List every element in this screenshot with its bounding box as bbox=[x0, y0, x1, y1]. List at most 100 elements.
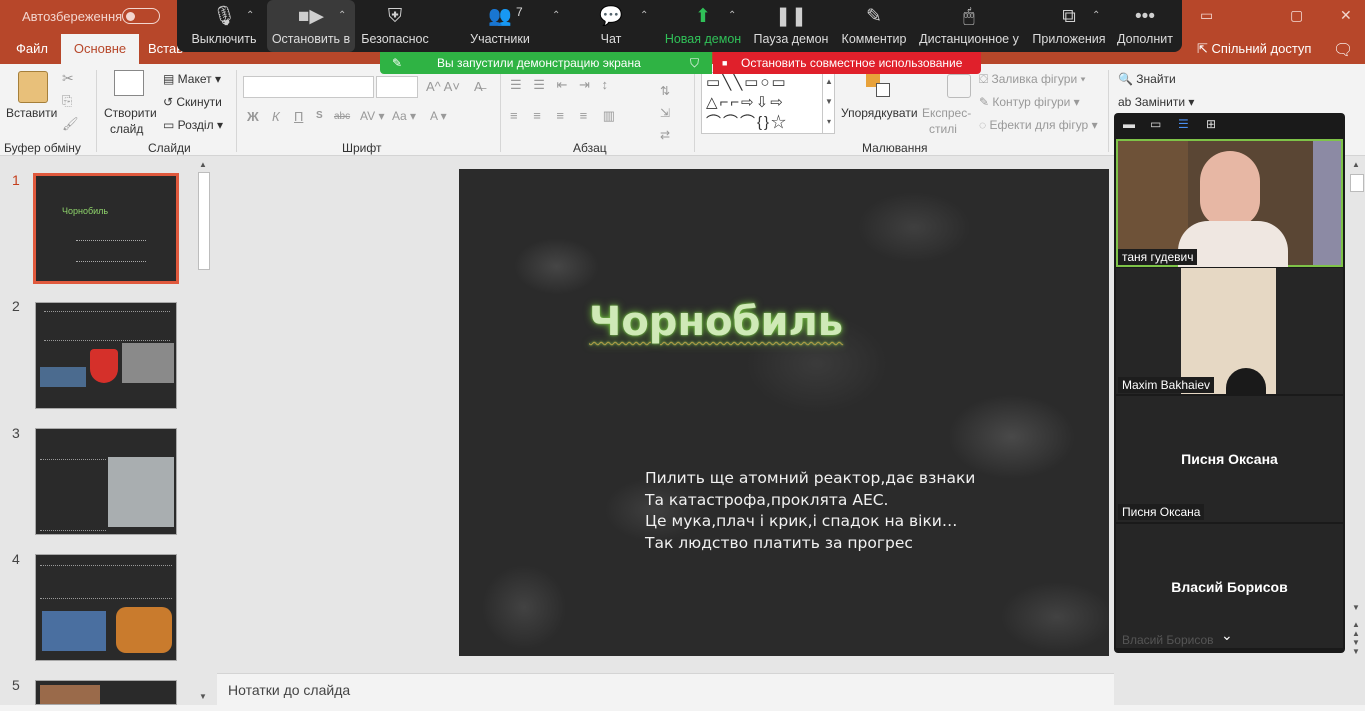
slide-title[interactable]: Чорнобиль bbox=[589, 299, 843, 345]
slide-scrollbar[interactable] bbox=[1347, 157, 1365, 649]
annotate-button[interactable]: ✎ Комментир bbox=[838, 0, 910, 52]
chevron-down-icon[interactable]: ⌄ bbox=[1221, 627, 1233, 644]
section-button[interactable]: ▭ Розділ ▾ bbox=[163, 118, 223, 132]
list-icons[interactable]: ☰ ☰ ⇤ ⇥ ↕ bbox=[510, 77, 612, 93]
tab-home[interactable]: Основне bbox=[61, 34, 139, 64]
align-icons[interactable]: ≡ ≡ ≡ ≡ ▥ bbox=[510, 108, 621, 124]
chevron-up-icon[interactable]: ⌃ bbox=[552, 10, 560, 21]
slide-thumbnail-1[interactable]: Чорнобиль bbox=[33, 173, 179, 284]
copy-icon[interactable]: ⎘ bbox=[62, 93, 72, 109]
sharing-banner: ✎ Вы запустили демонстрацию экрана ⛉ bbox=[380, 52, 712, 74]
pause-share-button[interactable]: ❚❚ Пауза демон bbox=[752, 0, 830, 52]
thumbnail-scroll-thumb[interactable] bbox=[198, 172, 210, 270]
slide-scroll-thumb[interactable] bbox=[1350, 174, 1364, 192]
italic-button[interactable]: К bbox=[272, 109, 280, 124]
clear-format-icon[interactable]: A̶ bbox=[474, 79, 483, 94]
participant-display-name: Писня Оксана bbox=[1181, 451, 1278, 467]
format-painter-icon[interactable]: 🖌 bbox=[62, 116, 79, 132]
stop-video-button[interactable]: ■▶ Остановить в bbox=[267, 0, 355, 52]
text-direction-icon[interactable]: ⇅ ⇲ ⇄ bbox=[660, 80, 670, 146]
video-tile-2[interactable] bbox=[1116, 268, 1343, 394]
tab-file[interactable]: Файл bbox=[16, 41, 48, 56]
close-icon[interactable]: ✕ bbox=[1340, 7, 1352, 24]
slide-thumbnail-4[interactable] bbox=[35, 554, 177, 661]
participant-name: Писня Оксана bbox=[1118, 504, 1205, 520]
more-label: Дополнит bbox=[1117, 32, 1173, 46]
slide-thumbnail-3[interactable] bbox=[35, 428, 177, 535]
participants-icon: 👥 bbox=[488, 6, 512, 27]
layout-button[interactable]: ▤ Макет ▾ bbox=[163, 72, 221, 86]
mouse-icon: 🖱 bbox=[963, 6, 975, 27]
quick-styles-icon[interactable] bbox=[947, 74, 971, 98]
font-name-select[interactable] bbox=[243, 76, 374, 98]
stop-share-button[interactable]: ■ Остановить совместное использование bbox=[713, 52, 981, 74]
chevron-up-icon[interactable]: ⌃ bbox=[728, 10, 736, 21]
comments-icon[interactable]: 🗨 bbox=[1333, 40, 1353, 60]
shape-effects-button[interactable]: ◌ Ефекти для фігур ▾ bbox=[979, 118, 1098, 132]
minimize-icon[interactable]: ▬ bbox=[1123, 117, 1135, 131]
scroll-down-icon[interactable]: ▼ bbox=[199, 692, 207, 701]
participants-button[interactable]: 👥 Участники bbox=[465, 0, 535, 52]
chevron-up-icon[interactable]: ⌃ bbox=[640, 10, 648, 21]
quick-styles-label-2[interactable]: стилі bbox=[929, 122, 957, 136]
apps-button[interactable]: ⧉ Приложения bbox=[1030, 0, 1108, 52]
share-button[interactable]: ⇱ Спільний доступ bbox=[1197, 41, 1311, 57]
next-slide-icon[interactable]: ▼ ▼ bbox=[1352, 638, 1360, 656]
autosave-toggle[interactable] bbox=[122, 8, 160, 24]
new-slide-label-1[interactable]: Створити bbox=[104, 106, 157, 120]
strip-view-icon[interactable]: ☰ bbox=[1178, 117, 1189, 131]
shape-outline-button[interactable]: ✎ Контур фігури ▾ bbox=[979, 95, 1080, 109]
scroll-up-icon[interactable]: ▲ bbox=[199, 160, 207, 169]
arrange-icon[interactable] bbox=[866, 73, 892, 99]
maximize-icon[interactable]: ▢ bbox=[1290, 7, 1303, 24]
participant-display-name: Власий Борисов bbox=[1171, 579, 1288, 595]
slide-line: Це мука,плач і крик,і спадок на віки… bbox=[645, 512, 958, 530]
font-color-icon[interactable]: A ▾ bbox=[430, 109, 447, 123]
grow-font-icon[interactable]: A^ A˅ bbox=[426, 79, 460, 94]
char-spacing-icon[interactable]: AV ▾ bbox=[360, 109, 384, 123]
new-share-button[interactable]: ⬆ Новая демон bbox=[662, 0, 744, 52]
chevron-up-icon[interactable]: ⌃ bbox=[1092, 10, 1100, 21]
speaker-view-icon[interactable]: ▭ bbox=[1150, 117, 1161, 131]
font-size-select[interactable] bbox=[376, 76, 418, 98]
autosave-label: Автозбереження bbox=[22, 9, 123, 24]
more-button[interactable]: ••• Дополнит bbox=[1113, 0, 1177, 52]
arrange-button[interactable]: Упорядкувати bbox=[841, 106, 918, 120]
strike-button[interactable]: abc bbox=[334, 111, 350, 122]
scroll-down-icon[interactable]: ▼ bbox=[1352, 603, 1360, 612]
underline-button[interactable]: П bbox=[294, 109, 303, 124]
video-tile-1[interactable] bbox=[1116, 139, 1343, 267]
reset-button[interactable]: ↺ Скинути bbox=[163, 95, 222, 109]
security-button[interactable]: ⛨ Безопаснос bbox=[359, 0, 431, 52]
participant-face bbox=[1200, 151, 1260, 227]
shapes-scroll[interactable]: ▲ ▼ ▾ bbox=[822, 72, 835, 134]
slide-body[interactable]: Пилить ще атомний реактор,дає взнаки Та … bbox=[645, 468, 975, 554]
notes-pane[interactable]: Нотатки до слайда bbox=[217, 673, 1114, 705]
change-case-icon[interactable]: Aa ▾ bbox=[392, 109, 416, 123]
new-slide-icon[interactable] bbox=[114, 70, 144, 96]
replace-button[interactable]: ab Замінити ▾ bbox=[1118, 95, 1194, 109]
group-separator bbox=[1108, 70, 1109, 152]
restore-icon[interactable]: ▭ bbox=[1200, 7, 1213, 24]
scroll-up-icon[interactable]: ▲ bbox=[1352, 160, 1360, 169]
paste-icon[interactable] bbox=[18, 71, 48, 103]
new-slide-label-2[interactable]: слайд bbox=[110, 122, 143, 136]
chevron-up-icon[interactable]: ⌃ bbox=[246, 10, 254, 21]
mute-button[interactable]: 🎙 Выключить bbox=[185, 0, 263, 52]
remote-control-button[interactable]: 🖱 Дистанционное у bbox=[916, 0, 1022, 52]
quick-styles-label-1[interactable]: Експрес- bbox=[922, 106, 971, 120]
cut-icon[interactable]: ✂ bbox=[62, 70, 74, 87]
shadow-button[interactable]: S bbox=[316, 110, 323, 121]
paste-button[interactable]: Вставити bbox=[6, 106, 57, 120]
prev-slide-icon[interactable]: ▲ ▲ bbox=[1352, 620, 1360, 638]
slide-thumbnail-5[interactable] bbox=[35, 680, 177, 705]
gallery-view-icon[interactable]: ⊞ bbox=[1206, 117, 1216, 131]
current-slide[interactable]: Чорнобиль Пилить ще атомний реактор,дає … bbox=[459, 169, 1109, 656]
chevron-up-icon[interactable]: ⌃ bbox=[338, 10, 346, 21]
bold-button[interactable]: Ж bbox=[247, 109, 259, 124]
shapes-gallery[interactable]: ▭╲╲▭○▭ △⌐⌐⇨⇩⇨ ⌒⌒⌒{}☆ bbox=[701, 72, 835, 134]
chat-button[interactable]: 💬 Чат bbox=[588, 0, 634, 52]
slide-thumbnail-2[interactable] bbox=[35, 302, 177, 409]
shape-fill-button[interactable]: ⛋ Заливка фігури ▾ bbox=[979, 72, 1086, 87]
find-button[interactable]: 🔍 Знайти bbox=[1118, 72, 1176, 86]
